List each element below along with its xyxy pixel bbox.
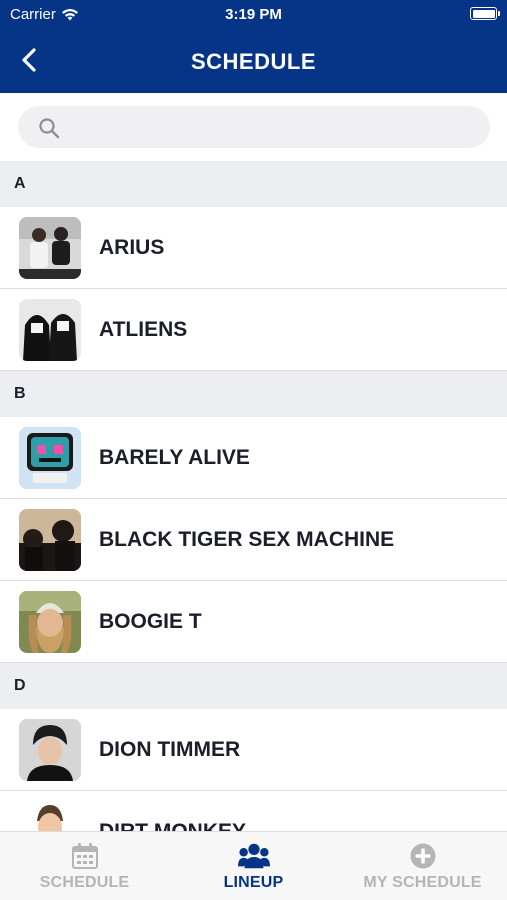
- section-letter: B: [14, 385, 26, 402]
- page-title: SCHEDULE: [190, 49, 316, 74]
- artist-thumbnail: [19, 590, 81, 653]
- tab-bar: SCHEDULE LINEUP MY SCHEDULE: [0, 831, 507, 900]
- artist-thumbnail: [19, 426, 81, 489]
- artist-thumbnail: [19, 718, 81, 781]
- artist-thumbnail: [19, 298, 81, 361]
- artist-row[interactable]: ARIUS: [0, 207, 507, 289]
- artist-thumbnail: [19, 508, 81, 571]
- artist-row[interactable]: BARELY ALIVE: [0, 417, 507, 499]
- tab-my-schedule[interactable]: MY SCHEDULE: [338, 832, 507, 900]
- lineup-list: A ARIUS ATLIENS B BARELY ALIVE BLACK TIG…: [0, 161, 507, 831]
- section-header-b: B: [0, 371, 507, 417]
- search-input[interactable]: [70, 106, 470, 148]
- status-time: 3:19 PM: [225, 6, 282, 23]
- tab-lineup[interactable]: LINEUP: [169, 832, 338, 900]
- battery-icon: [470, 7, 500, 20]
- section-letter: A: [14, 175, 26, 192]
- artist-row[interactable]: DION TIMMER: [0, 709, 507, 791]
- search-icon: [39, 118, 60, 139]
- navigation-bar: SCHEDULE: [0, 30, 507, 93]
- artist-row[interactable]: BOOGIE T: [0, 581, 507, 663]
- artist-name: DION TIMMER: [99, 737, 241, 761]
- artist-thumbnail: [19, 800, 81, 831]
- tab-schedule[interactable]: SCHEDULE: [0, 832, 169, 900]
- calendar-icon: [69, 841, 101, 871]
- artist-thumbnail: [19, 216, 81, 279]
- artist-name: DIRT MONKEY: [99, 819, 246, 832]
- tab-label: MY SCHEDULE: [363, 874, 482, 891]
- artist-row[interactable]: BLACK TIGER SEX MACHINE: [0, 499, 507, 581]
- search-bar: [0, 93, 507, 161]
- status-bar: Carrier 3:19 PM: [0, 0, 507, 30]
- tab-label: SCHEDULE: [39, 874, 130, 891]
- section-letter: D: [14, 677, 26, 694]
- artist-name: ATLIENS: [99, 317, 188, 341]
- artist-row[interactable]: ATLIENS: [0, 289, 507, 371]
- group-icon: [237, 841, 270, 871]
- search-box[interactable]: [18, 106, 490, 148]
- tab-label: LINEUP: [223, 874, 284, 891]
- artist-row[interactable]: DIRT MONKEY: [0, 791, 507, 831]
- artist-name: ARIUS: [99, 235, 165, 259]
- section-header-d: D: [0, 663, 507, 709]
- artist-name: BOOGIE T: [99, 609, 202, 633]
- plus-circle-icon: [407, 841, 439, 871]
- artist-name: BLACK TIGER SEX MACHINE: [99, 527, 395, 551]
- artist-name: BARELY ALIVE: [99, 445, 250, 469]
- section-header-a: A: [0, 161, 507, 207]
